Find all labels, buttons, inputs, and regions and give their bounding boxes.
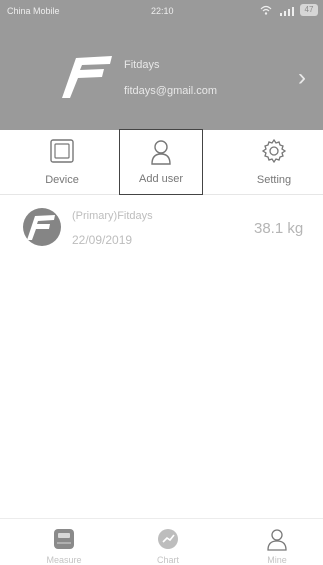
- user-name: (Primary)Fitdays: [72, 210, 153, 222]
- status-bar: China Mobile 22:10 47: [0, 0, 323, 22]
- gear-icon: [261, 138, 287, 169]
- add-user-label: Add user: [138, 173, 184, 185]
- battery-icon: 47: [300, 4, 318, 16]
- signal-icon: [280, 6, 294, 18]
- tab-chart[interactable]: Chart: [143, 519, 193, 565]
- tab-mine-label: Mine: [267, 555, 287, 565]
- avatar: [23, 208, 61, 246]
- tab-measure[interactable]: Measure: [35, 519, 93, 565]
- user-date: 22/09/2019: [72, 233, 133, 247]
- user-weight: 38.1 kg: [254, 220, 304, 237]
- device-label: Device: [45, 174, 79, 186]
- bottom-tab-bar: Measure Chart Mine: [0, 518, 323, 565]
- carrier-name: China Mobile: [7, 6, 60, 16]
- device-icon: [49, 138, 75, 169]
- action-bar: Device Add user Setting: [0, 129, 323, 195]
- device-button[interactable]: Device: [34, 130, 90, 194]
- profile-name: Fitdays: [124, 59, 160, 71]
- setting-button[interactable]: Setting: [244, 130, 304, 194]
- profile-row[interactable]: Fitdays fitdays@gmail.com ›: [0, 45, 323, 115]
- profile-header: China Mobile 22:10 47 Fitdays fitdays@gm…: [0, 0, 323, 130]
- setting-label: Setting: [256, 174, 292, 186]
- chevron-right-icon[interactable]: ›: [298, 66, 306, 90]
- fitdays-logo-icon: [60, 52, 120, 102]
- user-list-item[interactable]: (Primary)Fitdays 22/09/2019 38.1 kg: [0, 204, 323, 254]
- add-user-button[interactable]: Add user: [119, 129, 203, 195]
- status-time: 22:10: [151, 6, 174, 16]
- tab-mine[interactable]: Mine: [252, 519, 302, 565]
- scale-icon: [53, 528, 75, 555]
- tab-measure-label: Measure: [46, 555, 82, 565]
- tab-chart-label: Chart: [156, 555, 179, 565]
- chart-icon: [157, 528, 179, 555]
- wifi-icon: [260, 4, 272, 19]
- profile-email: fitdays@gmail.com: [124, 85, 218, 97]
- add-user-icon: [149, 138, 173, 171]
- user-icon: [266, 528, 288, 557]
